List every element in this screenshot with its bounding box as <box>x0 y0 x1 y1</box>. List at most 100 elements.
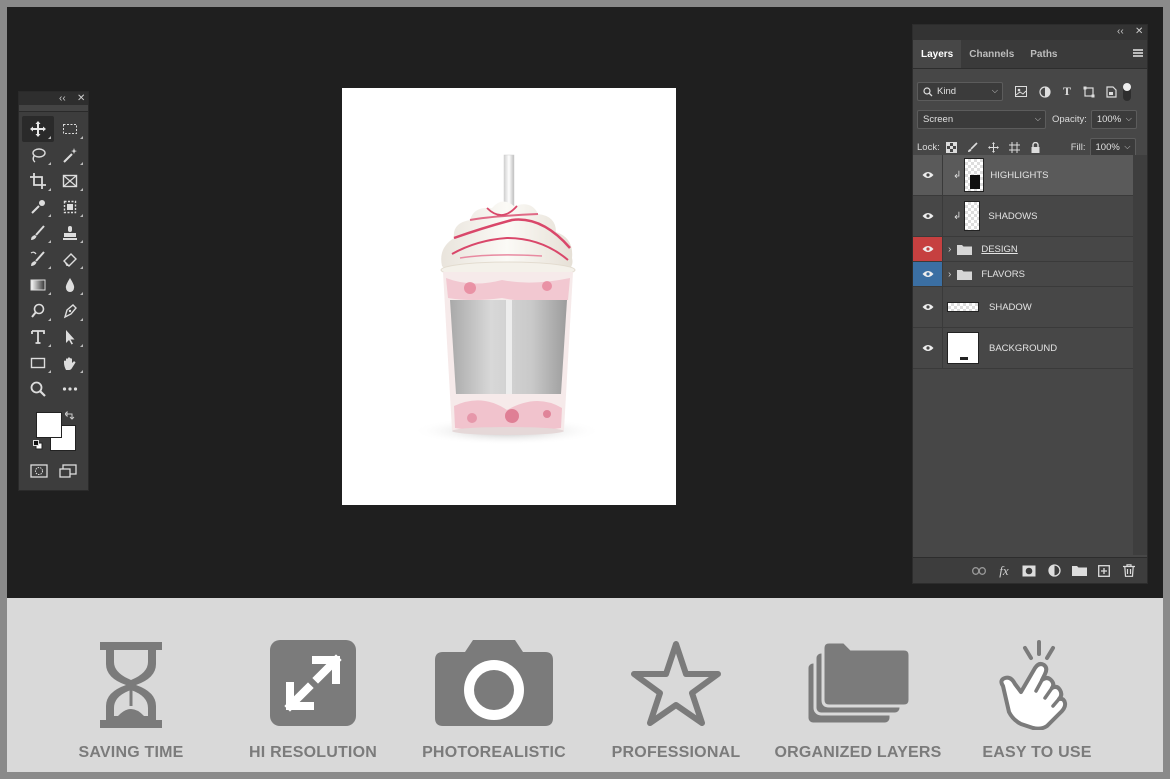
clipping-arrow-icon: ↲ <box>953 169 962 181</box>
clone-stamp-tool-icon[interactable] <box>54 220 86 246</box>
layer-filter-select[interactable]: Kind ⌵ <box>917 82 1003 101</box>
fx-icon[interactable]: fx <box>996 563 1012 579</box>
search-icon <box>923 86 933 96</box>
visibility-eye-icon[interactable] <box>913 196 943 236</box>
panel-menu-icon[interactable] <box>1133 49 1143 58</box>
chevron-down-icon: ⌵ <box>1034 114 1041 123</box>
more-tools-icon[interactable] <box>54 376 86 402</box>
layer-name: FLAVORS <box>981 268 1025 280</box>
delete-layer-icon[interactable] <box>1121 563 1137 579</box>
visibility-eye-icon[interactable] <box>913 155 943 195</box>
lock-label: Lock: <box>917 142 940 153</box>
marquee-tool-icon[interactable] <box>54 116 86 142</box>
lock-artboard-icon[interactable] <box>1008 142 1020 153</box>
layer-row-highlights[interactable]: ↲ HIGHLIGHTS <box>913 155 1134 196</box>
blur-tool-icon[interactable] <box>54 272 86 298</box>
opacity-input[interactable]: 100% ⌵ <box>1090 110 1137 129</box>
pen-tool-icon[interactable] <box>54 298 86 324</box>
zoom-tool-icon[interactable] <box>22 376 54 402</box>
chevron-down-icon: ⌵ <box>991 86 998 95</box>
new-layer-icon[interactable] <box>1096 563 1112 579</box>
layers-scrollbar[interactable] <box>1133 155 1147 555</box>
window-frame: ‹‹ ✕ ‹‹ ✕ Layers Channels Paths Kind ⌵ T… <box>7 7 1163 772</box>
layers-panel: ‹‹ ✕ Layers Channels Paths Kind ⌵ T Scre… <box>912 24 1148 584</box>
chevron-right-icon[interactable]: › <box>948 269 951 280</box>
path-selection-tool-icon[interactable] <box>54 324 86 350</box>
gradient-tool-icon[interactable] <box>22 272 54 298</box>
frame-tool-icon[interactable] <box>54 168 86 194</box>
new-group-icon[interactable] <box>1071 563 1087 579</box>
photoshop-workspace: ‹‹ ✕ ‹‹ ✕ Layers Channels Paths Kind ⌵ T… <box>7 7 1163 597</box>
filter-smart-object-icon[interactable] <box>1105 85 1117 98</box>
feature-label: PROFESSIONAL <box>611 744 741 761</box>
visibility-eye-icon[interactable] <box>913 287 943 327</box>
lock-all-icon[interactable] <box>1030 142 1041 153</box>
blend-mode-select[interactable]: Screen ⌵ <box>917 110 1046 129</box>
layer-name: SHADOWS <box>988 210 1038 222</box>
type-tool-icon[interactable] <box>22 324 54 350</box>
dodge-tool-icon[interactable] <box>22 298 54 324</box>
close-icon[interactable]: ✕ <box>77 92 85 105</box>
lock-image-icon[interactable] <box>967 142 978 153</box>
foreground-color-swatch[interactable] <box>36 412 62 438</box>
history-brush-tool-icon[interactable] <box>22 246 54 272</box>
default-colors-icon[interactable] <box>33 440 43 450</box>
close-panel-icon[interactable]: ✕ <box>1135 26 1143 37</box>
patch-tool-icon[interactable] <box>54 194 86 220</box>
lock-transparent-icon[interactable] <box>945 142 957 153</box>
layer-row-background[interactable]: BACKGROUND <box>913 328 1134 369</box>
move-tool-icon[interactable] <box>22 116 54 142</box>
lasso-tool-icon[interactable] <box>22 142 54 168</box>
link-layers-icon[interactable] <box>971 563 987 579</box>
layer-group-design[interactable]: › DESIGN <box>913 237 1134 262</box>
panel-tabs: Layers Channels Paths <box>913 40 1147 69</box>
quick-mask-icon[interactable] <box>30 464 48 478</box>
chevron-right-icon[interactable]: › <box>948 244 951 255</box>
hand-tool-icon[interactable] <box>54 350 86 376</box>
rectangle-tool-icon[interactable] <box>22 350 54 376</box>
tools-panel-grip[interactable] <box>19 105 88 112</box>
filter-pixel-icon[interactable] <box>1015 86 1027 97</box>
milkshake-cup-image <box>412 154 602 445</box>
eyedropper-tool-icon[interactable] <box>22 194 54 220</box>
chevron-down-icon[interactable]: ⌵ <box>1126 114 1132 124</box>
layer-row-shadows[interactable]: ↲ SHADOWS <box>913 196 1134 237</box>
filter-type-icon[interactable]: T <box>1063 84 1071 99</box>
color-swatches <box>19 408 88 460</box>
crop-tool-icon[interactable] <box>22 168 54 194</box>
filter-toggle[interactable] <box>1123 82 1132 101</box>
star-icon <box>586 640 766 730</box>
tools-panel: ‹‹ ✕ <box>18 91 89 491</box>
collapse-icon[interactable]: ‹‹ <box>59 92 66 105</box>
tab-paths[interactable]: Paths <box>1022 40 1065 68</box>
tab-layers[interactable]: Layers <box>913 40 962 68</box>
eraser-tool-icon[interactable] <box>54 246 86 272</box>
visibility-eye-icon[interactable] <box>913 328 943 368</box>
add-mask-icon[interactable] <box>1021 563 1037 579</box>
tap-hand-icon <box>947 640 1127 730</box>
layer-row-shadow[interactable]: SHADOW <box>913 287 1134 328</box>
layer-thumbnail <box>964 201 981 231</box>
tab-channels[interactable]: Channels <box>961 40 1022 68</box>
layer-group-flavors[interactable]: › FLAVORS <box>913 262 1134 287</box>
feature-label: SAVING TIME <box>78 744 184 761</box>
swap-colors-icon[interactable] <box>65 411 75 421</box>
layer-name: SHADOW <box>989 301 1032 313</box>
magic-wand-tool-icon[interactable] <box>54 142 86 168</box>
filter-shape-icon[interactable] <box>1083 86 1095 98</box>
lock-position-icon[interactable] <box>987 142 999 153</box>
adjustment-layer-icon[interactable] <box>1046 563 1062 579</box>
chevron-down-icon[interactable]: ⌵ <box>1124 142 1130 152</box>
visibility-eye-icon[interactable] <box>913 237 943 261</box>
fill-label: Fill: <box>1070 142 1086 153</box>
visibility-eye-icon[interactable] <box>913 262 943 286</box>
opacity-value: 100% <box>1096 114 1122 125</box>
blend-mode-value: Screen <box>923 114 954 125</box>
filter-adjustment-icon[interactable] <box>1039 85 1051 98</box>
layer-name: HIGHLIGHTS <box>990 169 1049 181</box>
screen-mode-icon[interactable] <box>59 464 77 478</box>
collapse-panel-icon[interactable]: ‹‹ <box>1117 26 1124 37</box>
layer-name: DESIGN <box>981 243 1018 255</box>
document-canvas[interactable] <box>342 88 676 505</box>
brush-tool-icon[interactable] <box>22 220 54 246</box>
